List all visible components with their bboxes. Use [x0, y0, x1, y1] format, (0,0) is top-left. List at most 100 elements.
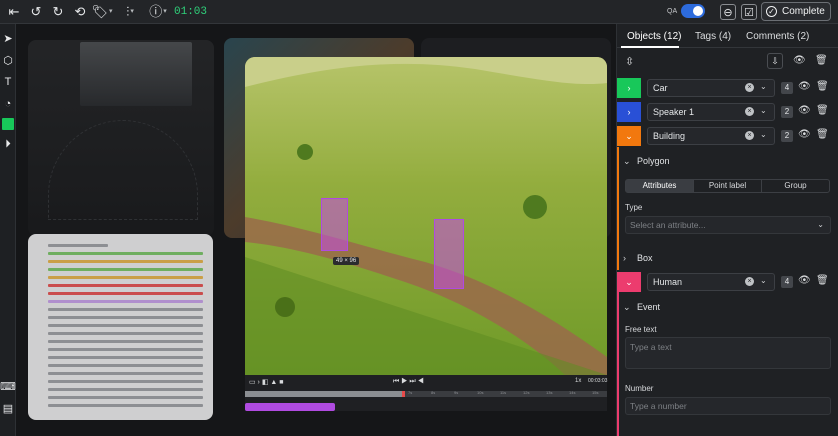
clear-icon[interactable]: × [745, 83, 754, 92]
segment-group[interactable]: Group [761, 180, 829, 192]
object-class-select[interactable]: Speaker 1 [647, 103, 775, 121]
complete-label: Complete [782, 6, 825, 17]
tab-tags[interactable]: Tags (4) [695, 31, 731, 42]
sort-icon[interactable]: ⇩ [767, 53, 783, 69]
complete-button[interactable]: ✓ Complete [761, 2, 831, 21]
polygon-tool-icon[interactable]: ⬡ [0, 52, 16, 68]
trash-icon[interactable]: 🗑 [816, 129, 829, 140]
playback-buttons-icon[interactable]: ⏮ ▶ ⏭ ◀ [393, 378, 424, 386]
chevron-down-icon: ⌄ [623, 302, 631, 312]
object-count: 4 [781, 276, 793, 288]
tags-icon[interactable]: 🏷 ▾ [91, 4, 112, 20]
chevron-right-icon[interactable]: › [617, 78, 641, 98]
chevron-down-icon[interactable]: ⌄ [760, 106, 767, 115]
visibility-all-icon[interactable]: 👁 [793, 55, 806, 66]
segment-attributes[interactable]: Attributes [626, 180, 693, 192]
speed-label[interactable]: 1x [575, 378, 581, 384]
type-label: Type [625, 203, 643, 212]
delete-all-icon[interactable]: 🗑 [815, 55, 828, 66]
timecode: 00:03:03 [588, 378, 608, 384]
clipboard-icon[interactable]: ☑ [741, 4, 757, 20]
tick: 6s [385, 390, 390, 395]
chevron-down-icon: ⌄ [817, 220, 824, 229]
collapse-all-icon[interactable]: ⇳ [625, 55, 634, 68]
tick: 13s [546, 390, 553, 395]
number-input[interactable]: Type a number [625, 397, 831, 415]
video-frame[interactable]: 49 × 96 [245, 57, 607, 375]
panel-tabs: Objects (12) Tags (4) Comments (2) [617, 24, 838, 48]
document-icon[interactable]: ▤ [0, 400, 16, 416]
tick: 1s [270, 390, 275, 395]
exit-icon[interactable]: ⇤ [6, 4, 22, 20]
tick: 7s [408, 390, 413, 395]
objects-panel: Objects (12) Tags (4) Comments (2) ⇳ ⇩ 👁… [616, 24, 838, 436]
section-polygon[interactable]: ⌄ Polygon [623, 156, 670, 167]
tab-comments[interactable]: Comments (2) [746, 31, 809, 42]
building-group-indicator [617, 147, 619, 270]
type-placeholder: Select an attribute... [630, 220, 706, 230]
history-icon[interactable]: ⟲ [72, 4, 88, 20]
trash-icon[interactable]: 🗑 [816, 105, 829, 116]
pointer-tool-icon[interactable]: ➤ [0, 30, 16, 46]
chevron-down-icon: ⌄ [623, 156, 631, 166]
segment-point-label[interactable]: Point label [693, 180, 761, 192]
object-class-select[interactable]: Building [647, 127, 775, 145]
trash-icon[interactable]: 🗑 [816, 81, 829, 92]
object-row-human[interactable]: ⌄ Human × ⌄ 4 👁 🗑 [617, 272, 838, 292]
bounding-box-human-2[interactable] [434, 219, 464, 289]
trash-icon[interactable]: 🗑 [816, 275, 829, 286]
object-class-select[interactable]: Human [647, 273, 775, 291]
adjustments-icon[interactable]: ⫶ ▾ [122, 4, 138, 20]
chevron-down-icon[interactable]: ⌄ [760, 82, 767, 91]
playback-tool-icon[interactable]: ⏵ [0, 136, 16, 152]
tab-objects[interactable]: Objects (12) [627, 31, 681, 42]
eye-icon[interactable]: 👁 [798, 105, 811, 116]
comment-tool-icon[interactable]: ◔ [0, 96, 16, 112]
redo-icon[interactable]: ↻ [50, 4, 66, 20]
assign-icon[interactable]: ⊖ [720, 4, 736, 20]
keyboard-icon[interactable]: ⌨ [0, 378, 16, 394]
tick: 3s [316, 390, 321, 395]
qa-label: QA [667, 8, 678, 15]
undo-icon[interactable]: ↺ [28, 4, 44, 20]
chevron-down-icon[interactable]: ⌄ [617, 272, 641, 292]
info-icon[interactable]: ⓘ ▾ [149, 4, 167, 20]
object-row-building[interactable]: ⌄ Building × ⌄ 2 👁 🗑 [617, 126, 838, 146]
bounding-box-human-1[interactable] [321, 198, 348, 251]
chevron-down-icon[interactable]: ⌄ [760, 276, 767, 285]
tick: 5s [362, 390, 367, 395]
number-label: Number [625, 384, 654, 393]
check-icon: ✓ [766, 6, 777, 17]
lidar-thumbnail [28, 40, 214, 236]
chevron-right-icon[interactable]: › [617, 102, 641, 122]
qa-toggle[interactable] [681, 4, 705, 18]
clear-icon[interactable]: × [745, 107, 754, 116]
object-class-select[interactable]: Car [647, 79, 775, 97]
clear-icon[interactable]: × [745, 131, 754, 140]
type-select[interactable]: Select an attribute... ⌄ [625, 216, 831, 234]
eye-icon[interactable]: 👁 [798, 275, 811, 286]
text-tool-icon[interactable]: T [0, 74, 16, 90]
object-row-car[interactable]: › Car × ⌄ 4 👁 🗑 [617, 78, 838, 98]
tick: 10s [477, 390, 484, 395]
annotation-track[interactable] [245, 403, 335, 411]
eye-icon[interactable]: 👁 [798, 81, 811, 92]
object-row-speaker[interactable]: › Speaker 1 × ⌄ 2 👁 🗑 [617, 102, 838, 122]
frame-controls-icon[interactable]: ▭ › ◧ ▲ ■ [249, 378, 284, 386]
tick: 15s [592, 390, 599, 395]
section-box[interactable]: › Box [623, 253, 653, 263]
clear-icon[interactable]: × [745, 277, 754, 286]
section-event[interactable]: ⌄ Event [623, 302, 660, 313]
tick: 11s [500, 390, 507, 395]
attribute-segmented-control: Attributes Point label Group [625, 179, 830, 193]
event-label: Event [637, 302, 661, 312]
progress-track[interactable] [245, 391, 607, 397]
text-document-thumbnail [28, 234, 213, 420]
tick: 2s [293, 390, 298, 395]
tick: 8s [431, 390, 436, 395]
free-text-input[interactable]: Type a text [625, 337, 831, 369]
eye-icon[interactable]: 👁 [798, 129, 811, 140]
color-swatch[interactable] [1, 118, 14, 130]
chevron-down-icon[interactable]: ⌄ [760, 130, 767, 139]
chevron-down-icon[interactable]: ⌄ [617, 126, 641, 146]
